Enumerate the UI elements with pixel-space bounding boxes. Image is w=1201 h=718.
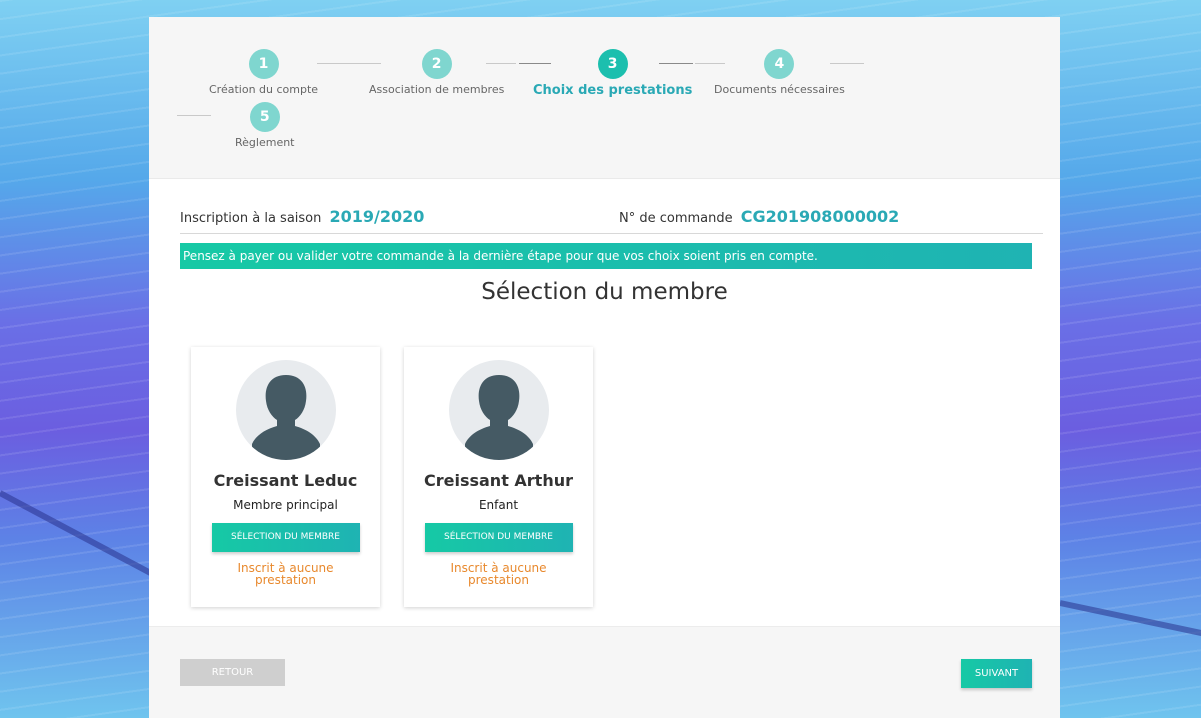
pool-lane-rope <box>0 490 170 585</box>
select-member-button[interactable]: SÉLECTION DU MEMBRE <box>424 523 573 552</box>
step-label: Choix des prestations <box>533 83 693 98</box>
step-2[interactable]: 2 Association de membres <box>369 49 504 96</box>
divider <box>180 233 1043 234</box>
footer: RETOUR SUIVANT <box>149 626 1060 718</box>
season-value: 2019/2020 <box>329 207 425 226</box>
section-title: Sélection du membre <box>481 279 728 305</box>
step-5[interactable]: 5 Règlement <box>235 102 295 149</box>
stepper: 1 Création du compte 2 Association de me… <box>149 17 1060 179</box>
avatar-icon <box>235 360 336 460</box>
step-4[interactable]: 4 Documents nécessaires <box>714 49 845 96</box>
step-connector <box>177 115 211 116</box>
next-button[interactable]: SUIVANT <box>961 659 1032 688</box>
member-status: Inscrit à aucune prestation <box>237 561 334 587</box>
step-label: Règlement <box>235 136 295 149</box>
pool-lane-rope <box>1059 600 1201 638</box>
order-number-value: CG201908000002 <box>740 207 900 226</box>
step-label: Documents nécessaires <box>714 83 845 96</box>
order-info: N° de commande CG201908000002 <box>619 207 899 226</box>
member-name: Creissant Arthur <box>423 471 573 490</box>
select-member-button[interactable]: SÉLECTION DU MEMBRE <box>211 523 360 552</box>
member-name: Creissant Leduc <box>213 471 358 490</box>
back-button[interactable]: RETOUR <box>180 659 285 686</box>
member-card: Creissant Leduc Membre principal SÉLECTI… <box>191 347 380 607</box>
order-number-label: N° de commande <box>619 211 733 226</box>
step-label: Association de membres <box>369 83 505 96</box>
avatar-icon <box>448 360 549 460</box>
step-number: 2 <box>421 49 452 79</box>
step-3[interactable]: 3 Choix des prestations <box>533 49 692 98</box>
step-number: 4 <box>764 49 795 79</box>
payment-reminder-banner: Pensez à payer ou valider votre commande… <box>180 243 1032 269</box>
member-status: Inscrit à aucune prestation <box>450 561 547 587</box>
step-number: 5 <box>249 102 280 132</box>
member-card: Creissant Arthur Enfant SÉLECTION DU MEM… <box>404 347 593 607</box>
step-number: 1 <box>248 49 279 79</box>
season-info: Inscription à la saison 2019/2020 <box>180 207 424 226</box>
step-1[interactable]: 1 Création du compte <box>209 49 318 96</box>
step-number: 3 <box>597 49 628 79</box>
season-label: Inscription à la saison <box>180 211 322 226</box>
member-role: Enfant <box>478 498 519 512</box>
registration-panel: 1 Création du compte 2 Association de me… <box>149 17 1060 718</box>
step-label: Création du compte <box>209 83 319 96</box>
member-role: Membre principal <box>233 498 338 512</box>
